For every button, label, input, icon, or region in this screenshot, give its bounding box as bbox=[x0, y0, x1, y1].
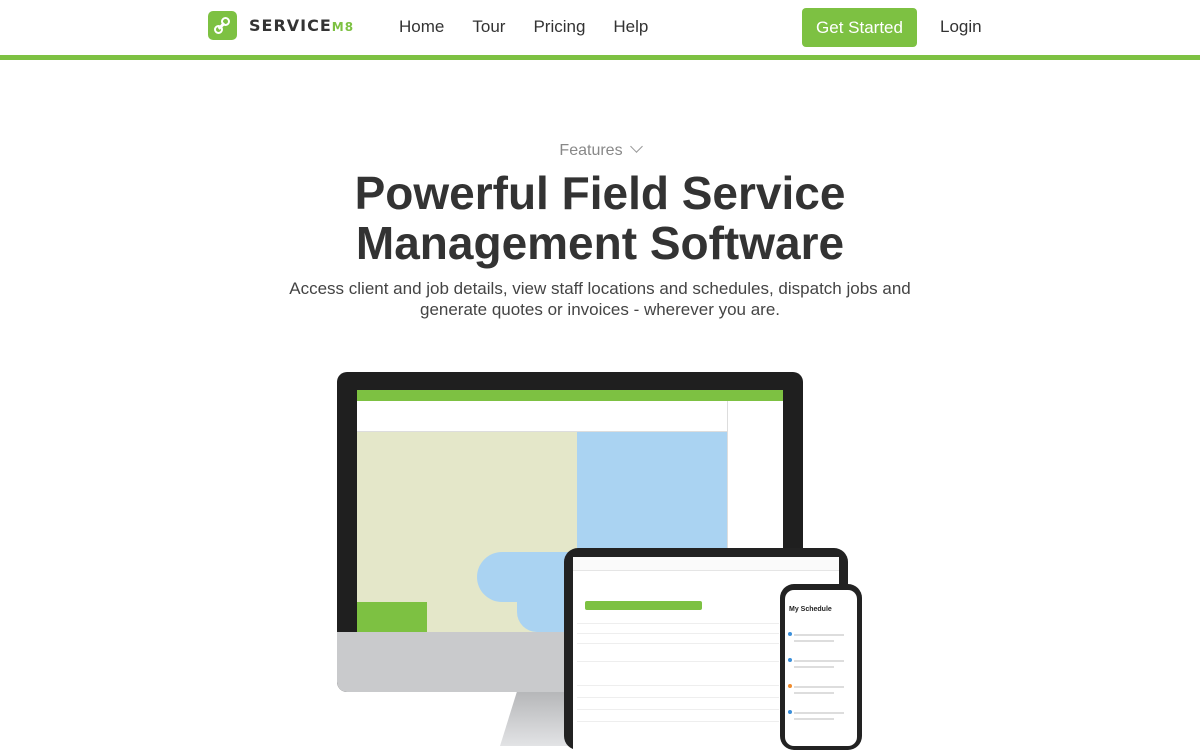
nav-pricing-link[interactable]: Pricing bbox=[533, 17, 585, 37]
hero-subtitle: Access client and job details, view staf… bbox=[289, 279, 911, 319]
servicem8-logo[interactable]: SERVICEM8 bbox=[208, 11, 354, 40]
page-title: Powerful Field Service Management Softwa… bbox=[0, 168, 1200, 268]
page-title-line-1: Powerful Field Service bbox=[354, 167, 846, 219]
main-nav: Home Tour Pricing Help bbox=[399, 17, 676, 37]
login-link[interactable]: Login bbox=[940, 17, 982, 37]
features-label: Features bbox=[559, 142, 623, 159]
features-dropdown[interactable]: Features bbox=[0, 140, 1200, 160]
chevron-down-icon bbox=[629, 140, 643, 153]
get-started-button[interactable]: Get Started bbox=[802, 8, 917, 47]
site-header: SERVICEM8 Home Tour Pricing Help Get Sta… bbox=[0, 0, 1200, 56]
header-accent-bar bbox=[0, 55, 1200, 60]
nav-help-link[interactable]: Help bbox=[613, 17, 648, 37]
logo-wordmark: SERVICEM8 bbox=[249, 16, 355, 35]
page-title-line-2: Management Software bbox=[355, 217, 845, 269]
phone-schedule-screenshot: My Schedule bbox=[785, 590, 857, 746]
nav-home-link[interactable]: Home bbox=[399, 17, 444, 37]
phone-schedule-heading: My Schedule bbox=[789, 606, 832, 613]
logo-icon bbox=[208, 11, 237, 40]
nav-tour-link[interactable]: Tour bbox=[472, 17, 505, 37]
